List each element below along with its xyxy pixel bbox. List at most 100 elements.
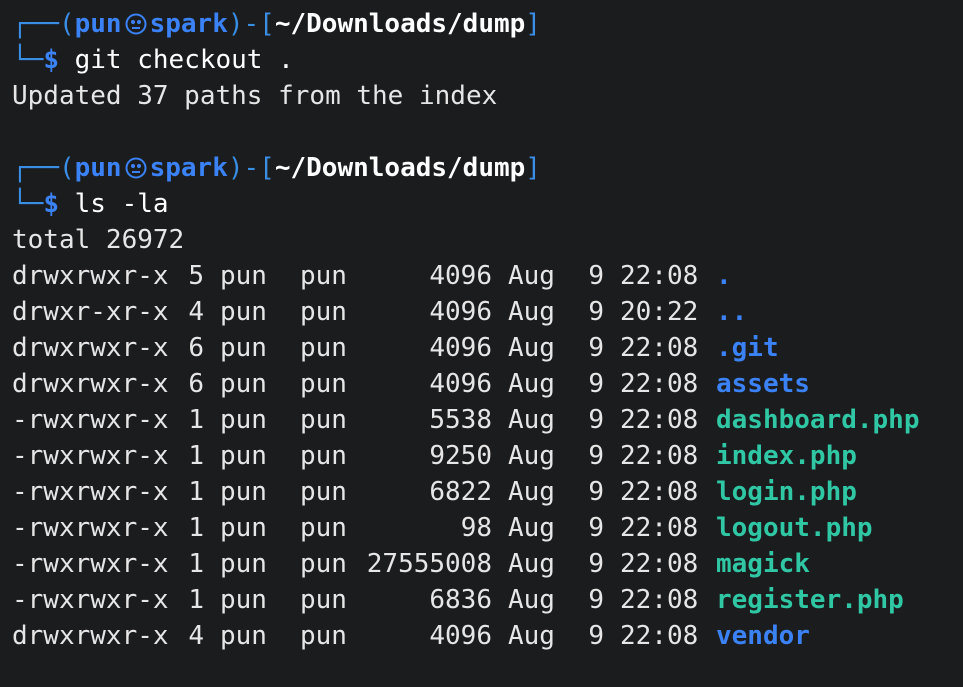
row-month: Aug <box>508 297 555 327</box>
row-perm: -rwxrwxr-x <box>12 513 169 543</box>
command-text: ls -la <box>74 189 169 219</box>
prompt-frame-close: ] <box>525 153 541 183</box>
prompt-frame-mid: )-[ <box>227 9 275 39</box>
row-month: Aug <box>508 477 555 507</box>
row-perm: drwxrwxr-x <box>12 333 169 363</box>
row-size: 27555008 <box>366 549 492 579</box>
row-time: 22:08 <box>620 261 699 291</box>
row-group: pun <box>300 513 347 543</box>
listing-row: -rwxrwxr-x 1 pun pun 27555008 Aug 9 22:08 magick <box>12 546 957 582</box>
row-month: Aug <box>508 369 555 399</box>
prompt-frame-mid: )-[ <box>227 153 275 183</box>
skull-icon <box>125 157 147 179</box>
row-links: 6 <box>188 333 204 363</box>
prompt-frame-open: ┌──( <box>12 153 75 183</box>
ls-listing: drwxrwxr-x 5 pun pun 4096 Aug 9 22:08. drwxr-xr… <box>12 258 957 654</box>
row-owner: pun <box>220 513 267 543</box>
row-size: 4096 <box>429 621 492 651</box>
row-name: logout.php <box>716 513 873 543</box>
prompt-cwd: ~/Downloads/dump <box>274 153 526 183</box>
row-time: 22:08 <box>620 369 699 399</box>
row-perm: -rwxrwxr-x <box>12 477 169 507</box>
listing-row: -rwxrwxr-x 1 pun pun 6822 Aug 9 22:08 login.php <box>12 474 957 510</box>
row-name: magick <box>716 549 810 579</box>
row-owner: pun <box>220 369 267 399</box>
row-name: .git <box>716 333 779 363</box>
row-group: pun <box>300 621 347 651</box>
row-day: 9 <box>588 297 604 327</box>
row-perm: drwxrwxr-x <box>12 369 169 399</box>
row-perm: -rwxrwxr-x <box>12 441 169 471</box>
row-perm: drwxr-xr-x <box>12 297 169 327</box>
row-month: Aug <box>508 333 555 363</box>
prompt-cwd: ~/Downloads/dump <box>274 9 526 39</box>
row-day: 9 <box>588 369 604 399</box>
row-links: 5 <box>188 261 204 291</box>
prompt-dollar: $ <box>43 189 59 219</box>
terminal-output[interactable]: ┌──(pun spark)-[~/Downloads/dump] └─$ git… <box>12 6 957 654</box>
row-name: vendor <box>716 621 810 651</box>
row-owner: pun <box>220 333 267 363</box>
row-group: pun <box>300 333 347 363</box>
row-time: 22:08 <box>620 585 699 615</box>
row-links: 6 <box>188 369 204 399</box>
prompt-line-top: ┌──(pun spark)-[~/Downloads/dump] <box>12 150 957 186</box>
row-owner: pun <box>220 297 267 327</box>
row-links: 1 <box>188 477 204 507</box>
git-output: Updated 37 paths from the index <box>12 81 498 111</box>
row-month: Aug <box>508 621 555 651</box>
row-name: index.php <box>716 441 857 471</box>
listing-row: -rwxrwxr-x 1 pun pun 9250 Aug 9 22:08 index.php <box>12 438 957 474</box>
row-perm: -rwxrwxr-x <box>12 549 169 579</box>
row-owner: pun <box>220 477 267 507</box>
row-perm: drwxrwxr-x <box>12 621 169 651</box>
row-month: Aug <box>508 549 555 579</box>
command-text: git checkout . <box>74 45 294 75</box>
prompt-frame-close: ] <box>525 9 541 39</box>
prompt-frame-open: ┌──( <box>12 9 75 39</box>
row-group: pun <box>300 405 347 435</box>
row-owner: pun <box>220 549 267 579</box>
row-size: 4096 <box>429 333 492 363</box>
row-day: 9 <box>588 441 604 471</box>
row-month: Aug <box>508 513 555 543</box>
row-perm: -rwxrwxr-x <box>12 405 169 435</box>
row-time: 22:08 <box>620 405 699 435</box>
row-time: 20:22 <box>620 297 699 327</box>
row-name: login.php <box>716 477 857 507</box>
listing-row: drwxrwxr-x 6 pun pun 4096 Aug 9 22:08 assets <box>12 366 957 402</box>
row-time: 22:08 <box>620 477 699 507</box>
row-month: Aug <box>508 441 555 471</box>
row-size: 6836 <box>429 585 492 615</box>
row-day: 9 <box>588 621 604 651</box>
row-day: 9 <box>588 333 604 363</box>
prompt-host: spark <box>149 153 228 183</box>
row-time: 22:08 <box>620 621 699 651</box>
row-size: 4096 <box>429 261 492 291</box>
row-size: 5538 <box>429 405 492 435</box>
listing-row: -rwxrwxr-x 1 pun pun 5538 Aug 9 22:08 dashboard.… <box>12 402 957 438</box>
row-links: 1 <box>188 585 204 615</box>
row-links: 1 <box>188 549 204 579</box>
listing-row: drwxrwxr-x 5 pun pun 4096 Aug 9 22:08. <box>12 258 957 294</box>
row-size: 4096 <box>429 297 492 327</box>
prompt-line-bottom: └─$ ls -la <box>12 186 957 222</box>
row-day: 9 <box>588 513 604 543</box>
row-group: pun <box>300 369 347 399</box>
row-perm: drwxrwxr-x <box>12 261 169 291</box>
row-time: 22:08 <box>620 333 699 363</box>
row-size: 6822 <box>429 477 492 507</box>
row-links: 4 <box>188 297 204 327</box>
row-owner: pun <box>220 261 267 291</box>
prompt-line-top: ┌──(pun spark)-[~/Downloads/dump] <box>12 6 957 42</box>
row-name: .. <box>716 297 748 327</box>
row-owner: pun <box>220 441 267 471</box>
row-name: . <box>716 261 732 291</box>
prompt-dollar: $ <box>43 45 59 75</box>
row-owner: pun <box>220 405 267 435</box>
prompt-host: spark <box>149 9 228 39</box>
skull-icon <box>125 13 147 35</box>
row-group: pun <box>300 585 347 615</box>
listing-row: drwxrwxr-x 6 pun pun 4096 Aug 9 22:08 .git <box>12 330 957 366</box>
